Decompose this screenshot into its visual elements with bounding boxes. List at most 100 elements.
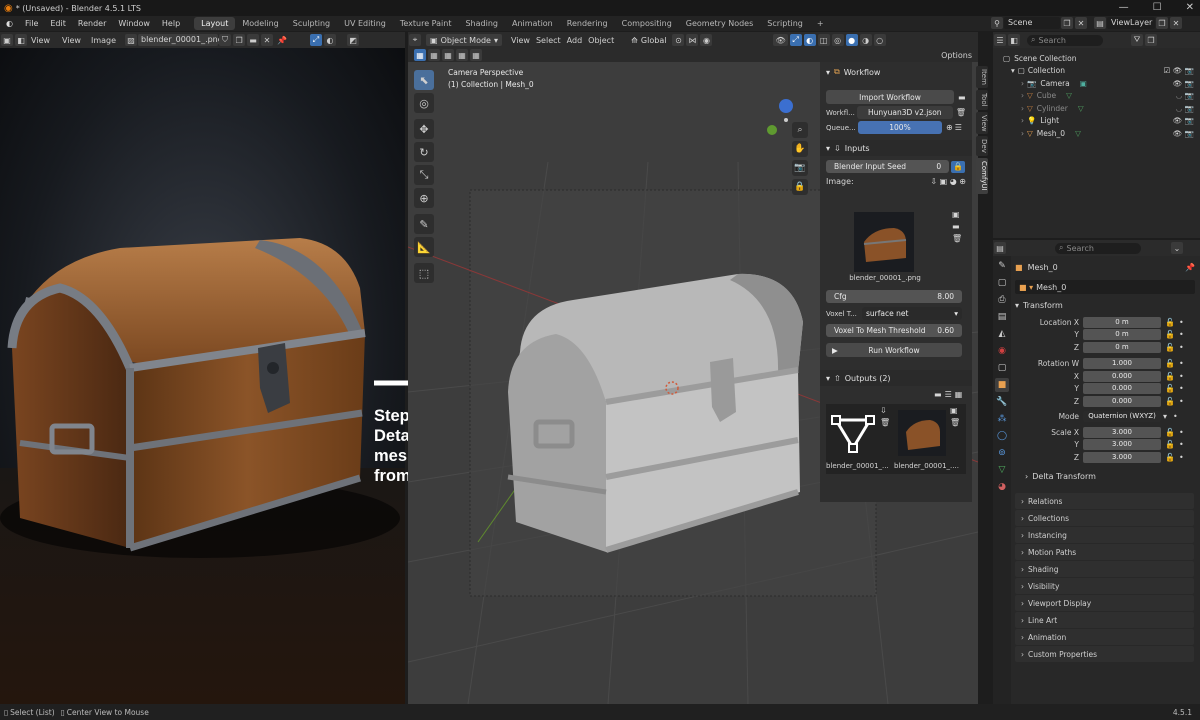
- solid-shading-icon[interactable]: ●: [845, 34, 858, 46]
- output1-trash-icon[interactable]: 🗑: [880, 418, 890, 427]
- workflow-dropdown[interactable]: Hunyuan3D v2.json: [856, 106, 953, 119]
- keyframe-icon[interactable]: •: [1179, 453, 1184, 462]
- import-workflow-button[interactable]: Import Workflow: [826, 90, 954, 104]
- cube-visibility-icons[interactable]: ◡ 📷: [1176, 91, 1194, 100]
- rotation-mode-dropdown[interactable]: Quaternion (WXYZ): [1083, 411, 1161, 423]
- scale-tool-icon[interactable]: ⤡: [414, 165, 434, 185]
- add-workspace-icon[interactable]: +: [810, 17, 831, 30]
- lock-icon[interactable]: 🔓: [1165, 359, 1175, 368]
- tool-tab-icon[interactable]: ✎: [995, 259, 1009, 273]
- list-icon[interactable]: ☰: [955, 123, 962, 132]
- tab-item[interactable]: Item: [976, 66, 988, 88]
- tab-tool[interactable]: Tool: [976, 89, 988, 110]
- scale-z-field[interactable]: 3.000: [1083, 451, 1161, 463]
- rotation-w-field[interactable]: 1.000: [1083, 358, 1161, 370]
- tab-uv-editing[interactable]: UV Editing: [337, 17, 393, 30]
- blender-menu-icon[interactable]: ◐: [0, 19, 19, 28]
- keyframe-icon[interactable]: •: [1179, 428, 1184, 437]
- editor-type-icon[interactable]: ▣: [1, 34, 13, 46]
- output2-trash-icon[interactable]: 🗑: [950, 418, 960, 427]
- globe-icon[interactable]: ⊕: [946, 123, 953, 132]
- properties-type-icon[interactable]: ▤: [994, 242, 1006, 254]
- view-mode-icon[interactable]: ◧: [15, 34, 27, 46]
- section-motion-paths[interactable]: › Motion Paths: [1015, 544, 1194, 560]
- camera-visibility-icons[interactable]: 👁 📷: [1173, 79, 1194, 88]
- filter-icon[interactable]: ⛛: [1131, 34, 1143, 46]
- object-tab-icon[interactable]: ■: [995, 378, 1009, 392]
- scene-field[interactable]: Scene: [1004, 17, 1060, 29]
- material-shading-icon[interactable]: ◑: [859, 34, 872, 46]
- minimize-icon[interactable]: —: [1119, 2, 1129, 13]
- output-tab-icon[interactable]: ⎙: [995, 293, 1009, 307]
- pin-icon[interactable]: 📌: [275, 34, 289, 46]
- tab-rendering[interactable]: Rendering: [560, 17, 615, 30]
- outliner-item-light[interactable]: › 💡 Light 👁 📷: [1003, 115, 1200, 128]
- keyframe-icon[interactable]: •: [1179, 343, 1184, 352]
- section-relations[interactable]: › Relations: [1015, 493, 1194, 509]
- outputs-section-header[interactable]: ▾ ⇧ Outputs (2): [820, 370, 972, 386]
- run-workflow-button[interactable]: ▶ Run Workflow: [826, 343, 962, 357]
- threshold-field[interactable]: Voxel To Mesh Threshold 0.60: [826, 324, 962, 337]
- select-image-icon[interactable]: ▣: [952, 210, 962, 219]
- select-intersect-icon[interactable]: ▦: [470, 49, 482, 61]
- rotation-y-field[interactable]: 0.000: [1083, 383, 1161, 395]
- overlay-toggle-icon[interactable]: ◐: [803, 34, 816, 46]
- lock-icon[interactable]: 🔓: [1165, 372, 1175, 381]
- menu-object[interactable]: Object: [585, 36, 617, 45]
- outliner-search-field[interactable]: ⌕ Search: [1027, 34, 1103, 46]
- output2-select-icon[interactable]: ▣: [950, 406, 958, 415]
- scene-tab-icon[interactable]: ◭: [995, 327, 1009, 341]
- tab-geometry-nodes[interactable]: Geometry Nodes: [679, 17, 760, 30]
- inputs-section-header[interactable]: ▾ ⇩ Inputs: [820, 140, 972, 156]
- section-animation[interactable]: › Animation: [1015, 629, 1194, 645]
- keyframe-icon[interactable]: •: [1179, 372, 1184, 381]
- open-image-icon[interactable]: ▬: [247, 34, 260, 46]
- menu-image[interactable]: Image: [88, 36, 119, 45]
- unlink-image-icon[interactable]: ✕: [261, 34, 274, 46]
- section-custom-properties[interactable]: › Custom Properties: [1015, 646, 1194, 662]
- outliner-item-cube[interactable]: › ▽ Cube ▽ ◡ 📷: [1003, 90, 1200, 103]
- tab-sculpting[interactable]: Sculpting: [286, 17, 337, 30]
- delete-viewlayer-icon[interactable]: ✕: [1170, 17, 1182, 29]
- view-dropdown[interactable]: View: [28, 36, 53, 45]
- select-invert-icon[interactable]: ▦: [456, 49, 468, 61]
- particles-tab-icon[interactable]: ⁂: [995, 412, 1009, 426]
- scene-icon[interactable]: ⚲: [991, 17, 1003, 29]
- collection-tab-icon[interactable]: ▢: [995, 361, 1009, 375]
- tab-view[interactable]: View: [976, 111, 988, 135]
- light-visibility-icons[interactable]: 👁 📷: [1173, 116, 1194, 125]
- menu-render[interactable]: Render: [72, 19, 112, 28]
- location-z-field[interactable]: 0 m: [1083, 341, 1161, 353]
- options-dropdown[interactable]: Options: [941, 51, 972, 60]
- menu-view-3d[interactable]: View: [508, 36, 533, 45]
- section-collections[interactable]: › Collections: [1015, 510, 1194, 526]
- section-shading[interactable]: › Shading: [1015, 561, 1194, 577]
- menu-view[interactable]: View: [59, 36, 84, 45]
- pivot-icon[interactable]: ⊙: [672, 34, 685, 46]
- seed-field[interactable]: Blender Input Seed 0: [826, 160, 950, 173]
- delta-transform-header[interactable]: › Delta Transform: [1015, 470, 1195, 484]
- gizmo-toggle-icon[interactable]: ⤢: [789, 34, 802, 46]
- mesh-output-icon[interactable]: [830, 410, 876, 456]
- menu-help[interactable]: Help: [156, 19, 186, 28]
- output2-thumbnail[interactable]: [898, 410, 946, 456]
- select-subtract-icon[interactable]: ▦: [442, 49, 454, 61]
- voxel-dropdown[interactable]: surface net ▾: [862, 307, 962, 320]
- new-scene-icon[interactable]: ❐: [1061, 17, 1073, 29]
- object-name-field[interactable]: ■ ▾ Mesh_0: [1015, 280, 1195, 294]
- select-box-icon[interactable]: ▦: [414, 49, 426, 61]
- constraints-tab-icon[interactable]: ⊚: [995, 446, 1009, 460]
- tab-layout[interactable]: Layout: [194, 17, 236, 30]
- annotate-tool-icon[interactable]: ✎: [414, 214, 434, 234]
- lock-icon[interactable]: 🔓: [1165, 343, 1175, 352]
- render-tab-icon[interactable]: ▢: [995, 276, 1009, 290]
- keyframe-icon[interactable]: •: [1179, 384, 1184, 393]
- viewlayer-icon[interactable]: ▤: [1094, 17, 1106, 29]
- properties-search-field[interactable]: ⌕ Search: [1055, 242, 1141, 254]
- download-icon[interactable]: ⇩: [930, 177, 937, 186]
- display-mode-icon[interactable]: ◧: [1008, 34, 1020, 46]
- mode-dropdown[interactable]: ▣ Object Mode ▾: [426, 34, 502, 46]
- lock-icon[interactable]: 🔓: [1165, 397, 1175, 406]
- folder-open-icon[interactable]: ▬: [952, 222, 962, 231]
- gizmo-icon[interactable]: ⤢: [310, 34, 322, 46]
